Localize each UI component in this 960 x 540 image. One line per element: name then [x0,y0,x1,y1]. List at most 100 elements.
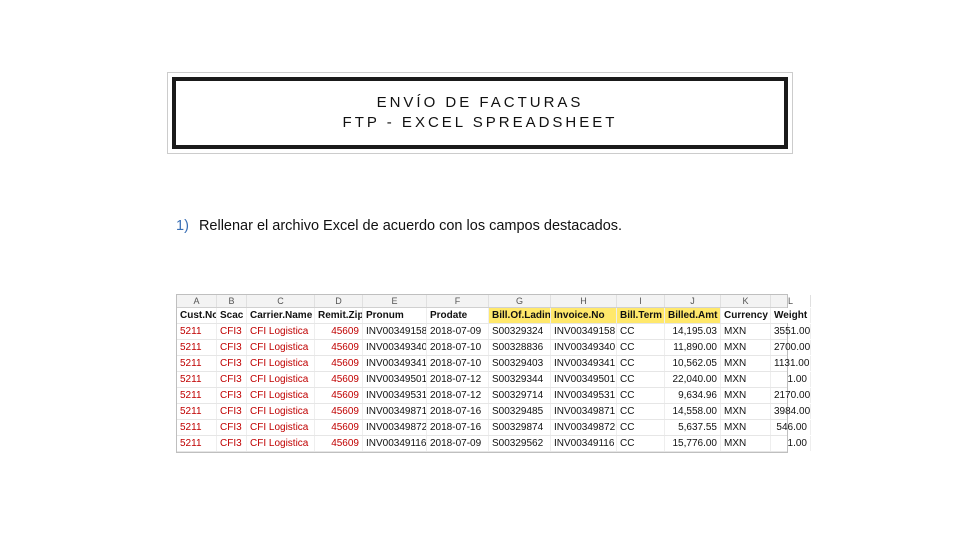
col-letter: E [363,295,427,307]
cell: 14,558.00 [665,404,721,419]
table-row: 5211CFI3CFI Logistica45609INV00349340201… [177,340,787,356]
cell: 1.00 [771,436,811,451]
cell: CFI3 [217,356,247,371]
cell: INV00349531 [363,388,427,403]
cell: CC [617,420,665,435]
instruction-number: 1) [176,218,189,234]
cell: 1.00 [771,372,811,387]
cell: INV00349340 [363,340,427,355]
cell: 3984.00 [771,404,811,419]
cell: S00329562 [489,436,551,451]
col-letter: K [721,295,771,307]
cell: 45609 [315,420,363,435]
header-cell: Carrier.Name [247,308,315,323]
cell: INV00349158 [363,324,427,339]
cell: 45609 [315,324,363,339]
cell: S00329344 [489,372,551,387]
cell: INV00349871 [551,404,617,419]
cell: INV00349531 [551,388,617,403]
cell: CFI3 [217,388,247,403]
cell: S00329714 [489,388,551,403]
cell: CFI Logistica [247,356,315,371]
cell: INV00349340 [551,340,617,355]
cell: CFI Logistica [247,436,315,451]
table-row: 5211CFI3CFI Logistica45609INV00349341201… [177,356,787,372]
cell: S00328836 [489,340,551,355]
cell: CFI3 [217,324,247,339]
cell: 45609 [315,436,363,451]
cell: 45609 [315,388,363,403]
cell: 5211 [177,436,217,451]
cell: 2170.00 [771,388,811,403]
cell: MXN [721,372,771,387]
table-row: 5211CFI3CFI Logistica45609INV00349116201… [177,436,787,452]
cell: CFI Logistica [247,420,315,435]
col-letter: A [177,295,217,307]
table-row: 5211CFI3CFI Logistica45609INV00349158201… [177,324,787,340]
cell: 2018-07-10 [427,340,489,355]
header-cell: Prodate [427,308,489,323]
header-cell: Billed.Amt [665,308,721,323]
col-letter: G [489,295,551,307]
cell: INV00349871 [363,404,427,419]
cell: 2700.00 [771,340,811,355]
col-letter: L [771,295,811,307]
table-row: 5211CFI3CFI Logistica45609INV00349872201… [177,420,787,436]
instruction-line: 1) Rellenar el archivo Excel de acuerdo … [176,218,622,234]
cell: 2018-07-10 [427,356,489,371]
cell: 5,637.55 [665,420,721,435]
cell: CFI Logistica [247,372,315,387]
cell: 22,040.00 [665,372,721,387]
table-row: 5211CFI3CFI Logistica45609INV00349871201… [177,404,787,420]
instruction-text: Rellenar el archivo Excel de acuerdo con… [199,218,622,234]
data-rows: 5211CFI3CFI Logistica45609INV00349158201… [177,324,787,452]
cell: INV00349872 [363,420,427,435]
cell: 2018-07-09 [427,436,489,451]
cell: 9,634.96 [665,388,721,403]
cell: INV00349341 [363,356,427,371]
slide-title-box: ENVÍO DE FACTURAS FTP - EXCEL SPREADSHEE… [172,77,788,149]
cell: 3551.00 [771,324,811,339]
cell: CFI3 [217,420,247,435]
column-letter-row: ABCDEFGHIJKL [177,295,787,308]
cell: MXN [721,388,771,403]
cell: 546.00 [771,420,811,435]
cell: 45609 [315,372,363,387]
cell: INV00349501 [363,372,427,387]
header-cell: Pronum [363,308,427,323]
excel-screenshot: ABCDEFGHIJKL Cust.NoScacCarrier.NameRemi… [176,294,788,453]
cell: MXN [721,356,771,371]
cell: S00329403 [489,356,551,371]
col-letter: C [247,295,315,307]
cell: CC [617,388,665,403]
col-letter: B [217,295,247,307]
header-row: Cust.NoScacCarrier.NameRemit.ZipPronumPr… [177,308,787,324]
cell: CC [617,404,665,419]
col-letter: D [315,295,363,307]
cell: CFI3 [217,372,247,387]
header-cell: Weight [771,308,811,323]
cell: CFI3 [217,404,247,419]
cell: 5211 [177,420,217,435]
cell: 14,195.03 [665,324,721,339]
cell: 15,776.00 [665,436,721,451]
cell: INV00349341 [551,356,617,371]
cell: 45609 [315,356,363,371]
cell: 2018-07-16 [427,420,489,435]
cell: MXN [721,340,771,355]
cell: INV00349872 [551,420,617,435]
header-cell: Currency [721,308,771,323]
cell: 11,890.00 [665,340,721,355]
cell: MXN [721,404,771,419]
col-letter: F [427,295,489,307]
cell: INV00349116 [363,436,427,451]
cell: MXN [721,436,771,451]
cell: 5211 [177,324,217,339]
cell: CFI Logistica [247,340,315,355]
cell: CC [617,340,665,355]
header-cell: Bill.Term [617,308,665,323]
col-letter: H [551,295,617,307]
cell: 2018-07-16 [427,404,489,419]
cell: CFI3 [217,340,247,355]
cell: CFI3 [217,436,247,451]
